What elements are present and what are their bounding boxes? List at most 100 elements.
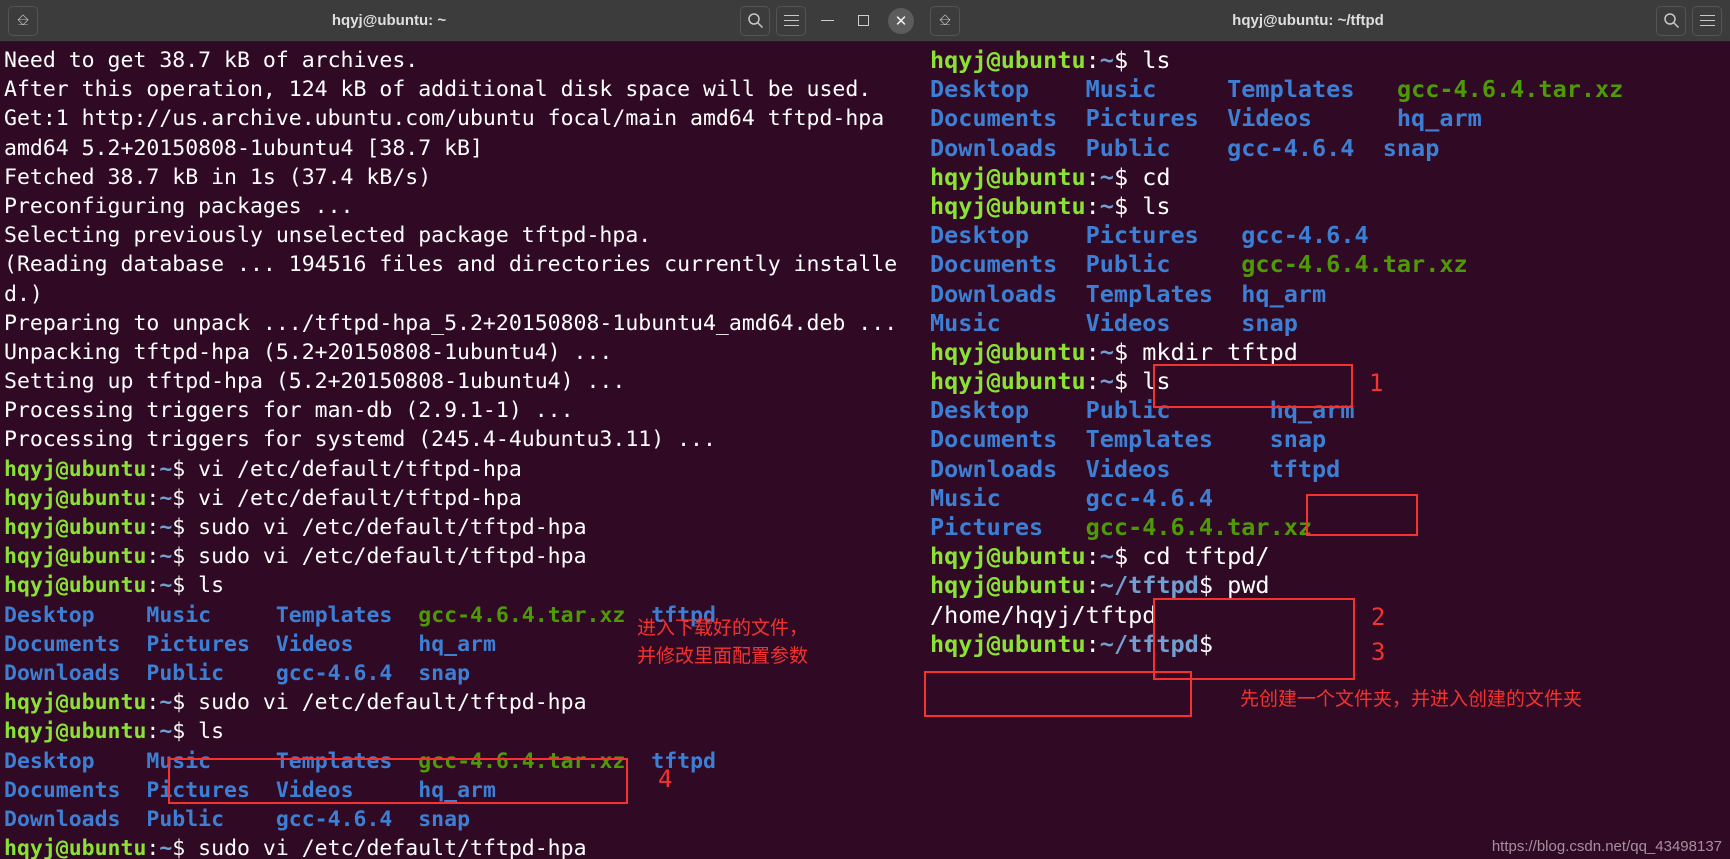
terminal-span: Preparing to unpack .../tftpd-hpa_5.2+20…	[4, 310, 898, 336]
close-button[interactable]: ✕	[888, 7, 914, 34]
terminal-line: amd64 5.2+20150808-1ubuntu4 [38.7 kB]	[4, 134, 922, 163]
terminal-span: Fetched 38.7 kB in 1s (37.4 kB/s)	[4, 164, 432, 190]
terminal-span: hq_arm	[418, 631, 496, 657]
terminal-span: ~	[159, 719, 173, 745]
terminal-span: hqyj@ubuntu	[930, 337, 1086, 366]
titlebar-right[interactable]: ⎒ hqyj@ubuntu: ~/tftpd	[922, 0, 1730, 42]
terminal-span	[121, 661, 147, 686]
terminal-line: hqyj@ubuntu:~$ cd tftpd/	[930, 542, 1730, 571]
terminal-line: d.)	[4, 280, 922, 309]
terminal-output-right[interactable]: hqyj@ubuntu:~$ ls Desktop Music Templates…	[922, 42, 1730, 859]
terminal-span: Templates	[1227, 75, 1355, 104]
terminal-span: Videos	[275, 777, 354, 803]
terminal-span	[392, 807, 418, 832]
terminal-span: Templates	[1085, 425, 1213, 454]
terminal-span: hqyj@ubuntu	[4, 485, 147, 511]
terminal-line: hqyj@ubuntu:~$ ls	[930, 46, 1730, 75]
terminal-span: ~	[159, 456, 173, 482]
terminal-span: Public	[1085, 396, 1171, 425]
terminal-span: Downloads	[930, 133, 1058, 162]
terminal-span: ~	[1099, 162, 1114, 191]
terminal-span: :	[146, 836, 160, 859]
terminal-span: :	[1085, 542, 1100, 571]
search-icon[interactable]	[740, 5, 770, 36]
terminal-span: hqyj@ubuntu	[930, 629, 1086, 658]
desktop-screen: ⎒ hqyj@ubuntu: ~ ✕ Need to get 38.7 kB o…	[0, 0, 1730, 859]
terminal-span: Videos	[1085, 454, 1171, 483]
terminal-span: Pictures	[1085, 104, 1199, 133]
terminal-span: Documents	[4, 631, 121, 657]
new-tab-icon[interactable]: ⎒	[930, 5, 960, 36]
terminal-span: hqyj@ubuntu	[4, 836, 147, 859]
terminal-span: gcc-4.6.4.tar.xz	[418, 602, 626, 628]
terminal-span: /home/hqyj/tftpd	[930, 600, 1157, 629]
terminal-span: snap	[418, 660, 471, 686]
new-tab-icon[interactable]: ⎒	[8, 5, 38, 36]
terminal-span: $ sudo vi /etc/default/tftpd-hpa	[172, 515, 587, 540]
terminal-span: ~	[159, 836, 173, 859]
terminal-span: :	[1085, 629, 1100, 658]
titlebar-left[interactable]: ⎒ hqyj@ubuntu: ~ ✕	[0, 0, 922, 42]
terminal-span: amd64 5.2+20150808-1ubuntu4 [38.7 kB]	[4, 135, 483, 161]
terminal-span	[1029, 396, 1086, 424]
terminal-span: hq_arm	[1269, 396, 1355, 425]
terminal-span: Public	[146, 660, 225, 686]
terminal-span	[224, 807, 276, 832]
terminal-line: Music Videos snap	[930, 309, 1730, 338]
terminal-span: Music	[930, 483, 1001, 512]
terminal-span: :	[1085, 162, 1100, 191]
terminal-span	[1171, 250, 1242, 278]
terminal-span: hqyj@ubuntu	[4, 544, 147, 570]
maximize-button[interactable]	[848, 6, 878, 36]
titlebar-controls-left: ✕	[740, 5, 914, 36]
terminal-span: gcc-4.6.4	[1227, 133, 1355, 162]
terminal-span: ~	[159, 544, 173, 570]
terminal-span: snap	[1241, 308, 1298, 337]
hamburger-menu-icon[interactable]	[1692, 5, 1722, 36]
terminal-span: Templates	[275, 602, 393, 628]
terminal-span: snap	[1269, 425, 1327, 454]
terminal-line: hqyj@ubuntu:~$ cd	[930, 163, 1730, 192]
terminal-span: :	[146, 515, 160, 540]
terminal-span	[392, 749, 418, 774]
window-title-right: hqyj@ubuntu: ~/tftpd	[1232, 12, 1384, 29]
terminal-span: Selecting previously unselected package …	[4, 223, 652, 249]
terminal-span	[354, 778, 419, 803]
terminal-span	[1029, 221, 1086, 249]
terminal-span	[95, 603, 147, 628]
terminal-span: hqyj@ubuntu	[930, 162, 1086, 191]
terminal-window-right: ⎒ hqyj@ubuntu: ~/tftpd hqyj@ubuntu:~$ ls…	[922, 0, 1730, 859]
terminal-span	[211, 749, 276, 774]
terminal-line: Documents Pictures Videos hq_arm	[930, 104, 1730, 133]
terminal-span	[121, 778, 147, 803]
terminal-span: gcc-4.6.4.tar.xz	[1396, 75, 1624, 104]
terminal-span: hqyj@ubuntu	[930, 46, 1086, 74]
terminal-line: Downloads Videos tftpd	[930, 455, 1730, 484]
terminal-line: Documents Pictures Videos hq_arm	[4, 776, 922, 805]
terminal-span: Downloads	[4, 806, 121, 832]
minimize-button[interactable]	[812, 6, 842, 36]
terminal-span	[1029, 75, 1086, 103]
terminal-span	[1213, 280, 1241, 308]
terminal-span: :	[146, 456, 160, 482]
terminal-line: hqyj@ubuntu:~$ sudo vi /etc/default/tftp…	[4, 542, 922, 571]
terminal-span	[1057, 425, 1085, 453]
terminal-span: Desktop	[930, 75, 1030, 104]
terminal-span: Templates	[1085, 279, 1213, 308]
terminal-span: Videos	[275, 631, 354, 657]
hamburger-menu-icon[interactable]	[776, 5, 806, 36]
terminal-line: Documents Public gcc-4.6.4.tar.xz	[930, 250, 1730, 279]
terminal-span: Templates	[275, 748, 393, 774]
terminal-span: Documents	[4, 777, 121, 803]
terminal-output-left[interactable]: Need to get 38.7 kB of archives. After th…	[0, 42, 922, 859]
terminal-span	[1001, 484, 1086, 512]
watermark-text: https://blog.csdn.net/qq_43498137	[1491, 838, 1722, 855]
terminal-span	[392, 661, 418, 686]
terminal-span: :	[1085, 46, 1100, 74]
terminal-span: hqyj@ubuntu	[930, 571, 1086, 600]
search-icon[interactable]	[1656, 5, 1686, 36]
terminal-span: $ pwd	[1198, 571, 1270, 600]
terminal-span: Music	[1085, 75, 1157, 104]
terminal-span	[1171, 396, 1270, 424]
terminal-line: Processing triggers for systemd (245.4-4…	[4, 425, 922, 454]
